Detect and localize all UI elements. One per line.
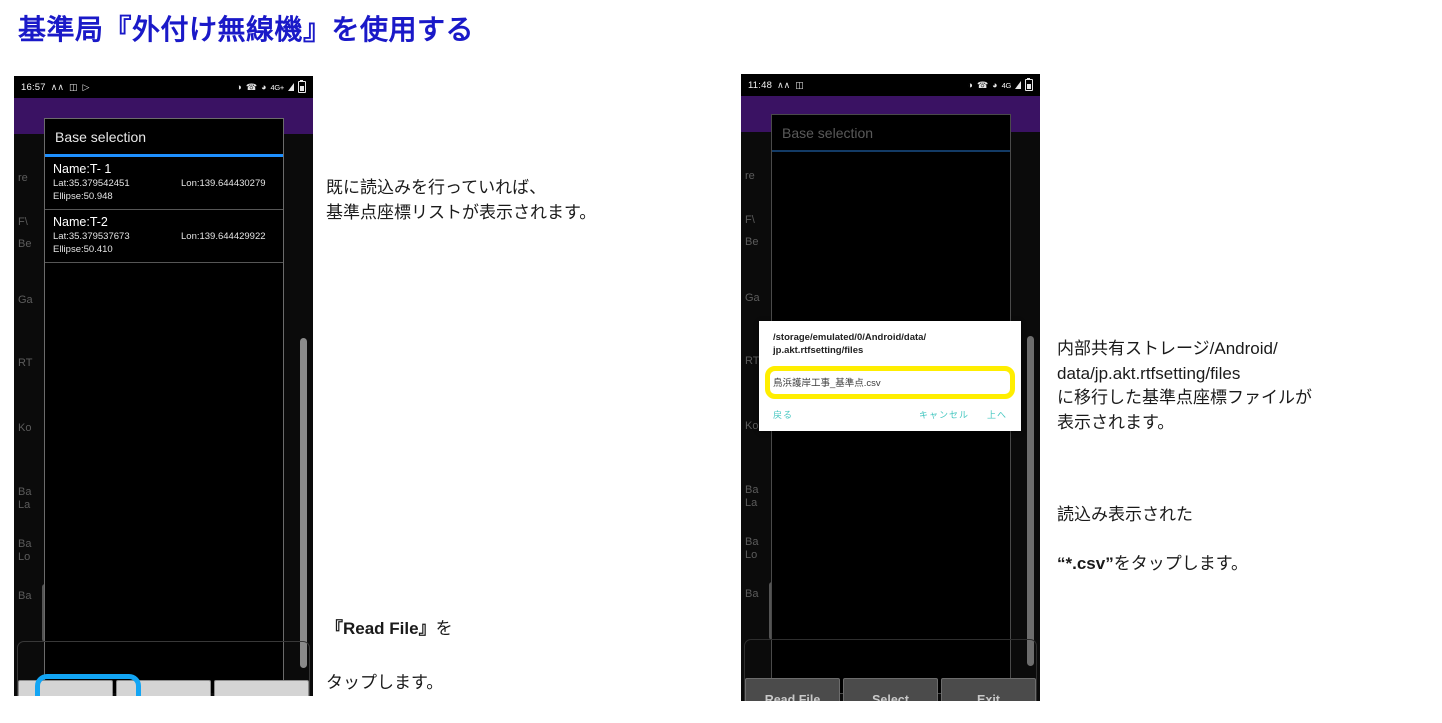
annotation-right-bottom: 読込み表示された “*.csv”をタップします。 [1057,478,1248,601]
annotation-right-bottom-line-1: 読込み表示された [1057,504,1193,524]
base-lat: Lat:35.379537673 [53,230,130,242]
bg-label: Ba [745,536,759,548]
page-title: 基準局『外付け無線機』を使用する [18,14,475,45]
read-file-button[interactable]: Read File [18,680,113,696]
bg-label: Be [745,236,759,248]
transfer-icon: ◫ [795,79,804,90]
clock: 11:48 [748,79,773,91]
action-button-row: Read File Select Exit [14,680,313,696]
base-list-item[interactable]: Name:T- 1 Lat:35.379542451 Lon:139.64443… [45,157,283,210]
dialog-title: Base selection [55,129,147,145]
battery-icon [298,79,306,93]
bg-label: re [18,172,28,184]
ring-icon: ◕ [992,79,998,90]
file-picker-actions: 戻る キャンセル 上へ [759,399,1021,431]
annotation-read-file-line-1: 『Read File』を [326,615,453,642]
select-button[interactable]: Select [843,678,938,701]
status-bar-left: 16:57 ∧∧ ◫ ▷ [21,82,89,93]
bg-label: Ba [18,538,32,550]
status-bar: 11:48 ∧∧ ◫ ◑ ☎ ◕ 4G [741,74,1040,96]
annotation-right-top: 内部共有ストレージ/Android/ data/jp.akt.rtfsettin… [1057,339,1312,432]
play-triangle-icon: ▷ [82,81,90,92]
base-name: Name:T- 1 [53,161,112,176]
bg-label: Ko [745,420,759,432]
up-button[interactable]: 上へ [987,408,1007,421]
cancel-button[interactable]: キャンセル [919,408,969,421]
brightness-icon: ◑ [967,79,973,90]
status-bar: 16:57 ∧∧ ◫ ▷ ◑ ☎ ◕ 4G+ [14,76,313,98]
transfer-icon: ◫ [68,81,78,92]
file-picker-path-line-2: jp.akt.rtfsetting/files [773,344,864,356]
file-picker-path-line-1: /storage/emulated/0/Android/data/ [773,332,927,343]
bg-label: F\ [745,214,755,226]
dialog-empty-area [45,262,283,693]
file-name: 鳥浜護岸工事_基準点.csv [773,378,881,389]
action-button-row: Read File Select Exit [741,678,1040,701]
bg-label: Ga [18,294,33,306]
select-button[interactable]: Select [116,680,211,696]
dialog-scrollbar[interactable] [1027,336,1034,666]
bg-label: Ko [18,422,32,434]
base-lon: Lon:139.644430279 [181,177,266,189]
status-bar-right: ◑ ☎ ◕ 4G [967,77,1033,91]
back-button[interactable]: 戻る [773,408,793,421]
base-lat: Lat:35.379542451 [53,177,130,189]
base-list-item[interactable]: Name:T-2 Lat:35.379537673 Lon:139.644429… [45,210,283,263]
bg-label: re [745,170,755,182]
sound-wave-icon: ∧∧ [50,81,64,92]
call-data-icon: ☎ [245,81,258,92]
bg-label: RT [18,357,33,369]
bg-label: Lo [745,549,758,561]
base-selection-dialog: Base selection Name:T- 1 Lat:35.37954245… [44,118,284,693]
network-label: 4G+ [270,82,285,92]
bg-label: Ba [745,588,759,600]
annotation-csv-bold: “*.csv” [1057,553,1114,573]
phone-screenshot-left: 16:57 ∧∧ ◫ ▷ ◑ ☎ ◕ 4G+ re F\ Be Ga RT Ko… [14,76,313,696]
signal-triangle-icon [288,83,294,91]
phone-screenshot-right: 11:48 ∧∧ ◫ ◑ ☎ ◕ 4G re F\ Be Ga RT Ko Ba… [741,74,1040,701]
status-bar-right: ◑ ☎ ◕ 4G+ [236,79,306,93]
brightness-icon: ◑ [236,81,242,92]
base-name: Name:T-2 [53,214,108,229]
base-lon: Lon:139.644429922 [181,230,266,242]
annotation-left-top: 既に読込みを行っていれば、 基準点座標リストが表示されます。 [326,178,597,222]
battery-icon [1025,77,1033,91]
base-ellipse: Ellipse:50.410 [53,243,113,255]
read-file-button[interactable]: Read File [745,678,840,701]
dialog-scrollbar[interactable] [300,338,307,668]
signal-triangle-icon [1015,81,1021,89]
bg-label: Ba [745,484,759,496]
annotation-read-file: 『Read File』を タップします。 [326,588,453,723]
status-bar-left: 11:48 ∧∧ ◫ [748,80,804,91]
file-picker-entry[interactable]: 鳥浜護岸工事_基準点.csv [765,366,1015,399]
annotation-right-bottom-line-2: “*.csv”をタップします。 [1057,552,1248,577]
file-picker-dialog: /storage/emulated/0/Android/data/ jp.akt… [759,321,1021,431]
annotation-read-file-rest: を [435,619,453,638]
bg-label: Ba [18,590,32,602]
bg-label: F\ [18,216,28,228]
bg-label: Ga [745,292,760,304]
network-label: 4G [1001,80,1012,90]
bg-label: La [18,499,31,511]
bg-label: La [745,497,758,509]
ring-icon: ◕ [261,81,267,92]
exit-button[interactable]: Exit [941,678,1036,701]
annotation-read-file-line-2: タップします。 [326,673,444,692]
bg-label: Be [18,238,32,250]
exit-button[interactable]: Exit [214,680,309,696]
sound-wave-icon: ∧∧ [777,79,791,90]
bg-label: RT [745,355,760,367]
dialog-title: Base selection [782,125,874,141]
annotation-right-bottom-rest: をタップします。 [1113,553,1249,573]
clock: 16:57 [21,81,46,93]
bg-label: Lo [18,551,31,563]
call-data-icon: ☎ [976,79,989,90]
bg-label: Ba [18,486,32,498]
base-ellipse: Ellipse:50.948 [53,190,113,202]
file-picker-path: /storage/emulated/0/Android/data/ jp.akt… [759,321,1021,364]
annotation-read-file-bold: 『Read File』 [326,619,436,638]
